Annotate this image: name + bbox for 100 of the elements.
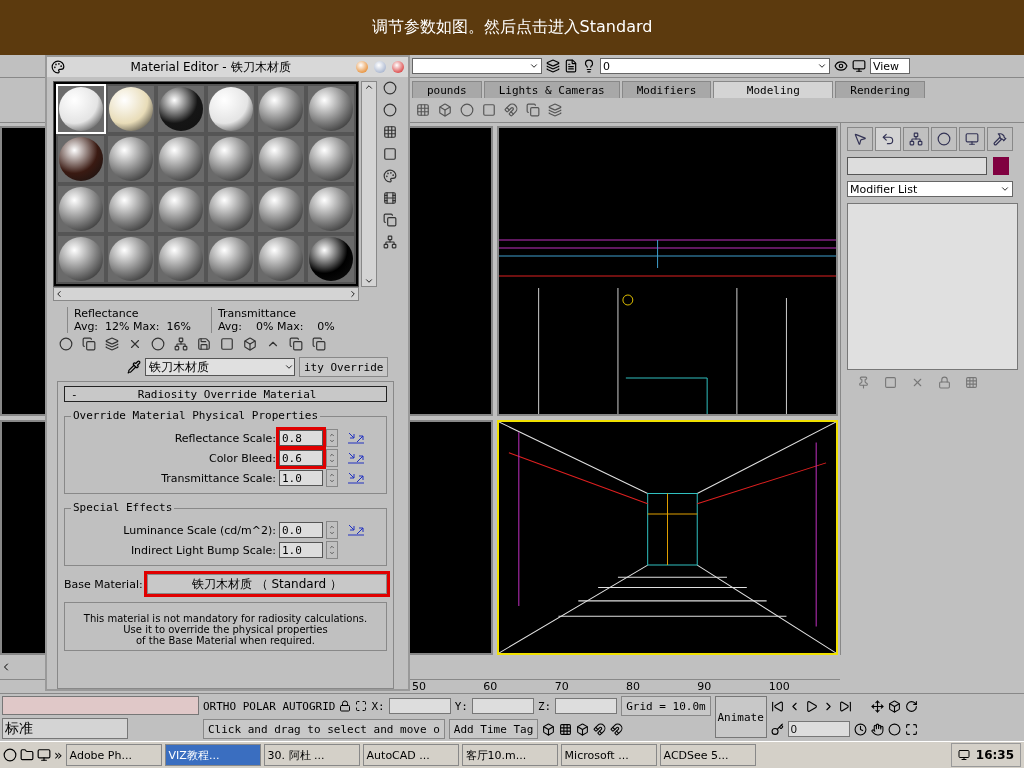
lock-icon[interactable] — [339, 700, 352, 712]
monitor-icon[interactable] — [37, 748, 51, 762]
cube-icon[interactable] — [243, 337, 257, 351]
lightbulb-icon[interactable] — [582, 59, 596, 73]
sample-slot[interactable] — [206, 234, 256, 284]
sample-slot[interactable] — [206, 134, 256, 184]
arrows-icon[interactable] — [348, 432, 364, 444]
sample-slot[interactable] — [56, 184, 106, 234]
copy-icon[interactable] — [312, 337, 326, 351]
save-icon[interactable] — [197, 337, 211, 351]
spinner-field[interactable]: 0.6 — [279, 450, 323, 466]
eyedropper-icon[interactable] — [127, 360, 141, 374]
panel-tab[interactable] — [875, 127, 901, 151]
modifier-stack-list[interactable] — [847, 203, 1018, 370]
sample-slot[interactable] — [156, 134, 206, 184]
sample-slot[interactable] — [156, 184, 206, 234]
sample-slot[interactable] — [206, 184, 256, 234]
cube-icon[interactable] — [576, 722, 590, 736]
monitor-icon[interactable] — [957, 749, 970, 761]
square-icon[interactable] — [220, 337, 234, 351]
taskbar-button[interactable]: ACDSee 5... — [659, 744, 756, 766]
key-icon[interactable] — [770, 722, 784, 736]
monitor-icon[interactable] — [852, 59, 866, 73]
copy-icon[interactable] — [526, 103, 540, 117]
arrows-icon[interactable] — [348, 452, 364, 464]
selection-dropdown[interactable] — [412, 58, 542, 74]
more-chevron[interactable]: » — [54, 747, 63, 763]
sample-slot[interactable] — [206, 84, 256, 134]
folder-icon[interactable] — [20, 748, 34, 762]
frame-field[interactable]: 0 — [787, 721, 850, 737]
toolbar-tab[interactable]: Modeling — [713, 81, 834, 98]
coordinate-field[interactable] — [555, 698, 618, 714]
eye-icon[interactable] — [834, 59, 848, 73]
panel-tab[interactable] — [959, 127, 985, 151]
taskbar-button[interactable]: 30. 阿杜 ... — [263, 744, 360, 766]
spinner-field[interactable]: 0.0 — [279, 522, 323, 538]
scroll-up-icon[interactable] — [364, 82, 374, 92]
play-icon[interactable] — [804, 699, 818, 713]
horizontal-scrollbar[interactable] — [53, 287, 359, 301]
rollout-header[interactable]: - Radiosity Override Material — [64, 386, 387, 402]
panel-tab[interactable] — [847, 127, 873, 151]
sample-slot[interactable] — [106, 134, 156, 184]
arrows-icon[interactable] — [348, 524, 364, 536]
sample-slot[interactable] — [256, 134, 306, 184]
spinner-field[interactable]: 1.0 — [279, 542, 323, 558]
move-icon[interactable] — [870, 699, 884, 713]
box-icon[interactable] — [542, 722, 556, 736]
taskbar-button[interactable]: Adobe Ph... — [65, 744, 162, 766]
magnet-icon[interactable] — [610, 722, 624, 736]
skip-back-icon[interactable] — [770, 699, 784, 713]
grid-icon[interactable] — [559, 722, 573, 736]
layers-icon[interactable] — [105, 337, 119, 351]
material-type-button[interactable]: ity Override — [299, 357, 389, 377]
hand-icon[interactable] — [870, 722, 884, 736]
sample-slot[interactable] — [306, 184, 356, 234]
magnet-icon[interactable] — [593, 722, 607, 736]
coordinate-field[interactable] — [388, 698, 451, 714]
sample-slot[interactable] — [106, 184, 156, 234]
sample-slot[interactable] — [156, 234, 206, 284]
sphere-icon[interactable] — [383, 81, 397, 95]
scroll-right-icon[interactable] — [348, 289, 358, 299]
coordinate-field[interactable] — [471, 698, 534, 714]
clock-icon[interactable] — [853, 722, 867, 736]
taskbar-button[interactable]: AutoCAD ... — [362, 744, 459, 766]
toolbar-tab[interactable]: Rendering — [835, 81, 925, 98]
sample-slot[interactable] — [56, 134, 106, 184]
sample-slot[interactable] — [256, 184, 306, 234]
panel-tab[interactable] — [931, 127, 957, 151]
taskbar-button[interactable]: 客厅10.m... — [461, 744, 558, 766]
sample-slot[interactable] — [106, 234, 156, 284]
sample-slot[interactable] — [256, 234, 306, 284]
spinner-field[interactable]: 0.8 — [279, 430, 323, 446]
modifier-list-dropdown[interactable]: Modifier List — [847, 181, 1013, 197]
panel-tab[interactable] — [903, 127, 929, 151]
sample-slot[interactable] — [106, 84, 156, 134]
view-dropdown[interactable]: View — [870, 58, 910, 74]
viewport[interactable] — [497, 126, 838, 416]
add-time-tag[interactable]: Add Time Tag — [448, 719, 539, 739]
cube-icon[interactable] — [887, 699, 901, 713]
taskbar-button[interactable]: Microsoft ... — [560, 744, 657, 766]
circle-icon[interactable] — [151, 337, 165, 351]
sample-slot[interactable] — [306, 134, 356, 184]
start-icon[interactable] — [3, 748, 17, 762]
vertical-scrollbar[interactable] — [361, 81, 377, 287]
hierarchy-icon[interactable] — [174, 337, 188, 351]
object-color-swatch[interactable] — [993, 157, 1009, 175]
toolbar-tab[interactable]: Modifiers — [621, 81, 712, 98]
cross-icon[interactable] — [128, 337, 142, 351]
maximize-icon[interactable] — [904, 722, 918, 736]
sample-slot[interactable] — [56, 234, 106, 284]
rotate-icon[interactable] — [904, 699, 918, 713]
film-icon[interactable] — [383, 191, 397, 205]
animate-button[interactable]: Animate — [714, 696, 767, 738]
copy-icon[interactable] — [289, 337, 303, 351]
spinner-field[interactable]: 1.0 — [279, 470, 323, 486]
palette-icon[interactable] — [383, 169, 397, 183]
toolbar-tab[interactable]: Lights & Cameras — [483, 81, 620, 98]
scroll-down-icon[interactable] — [364, 276, 374, 286]
scroll-left-icon[interactable] — [54, 289, 64, 299]
copy-icon[interactable] — [383, 213, 397, 227]
